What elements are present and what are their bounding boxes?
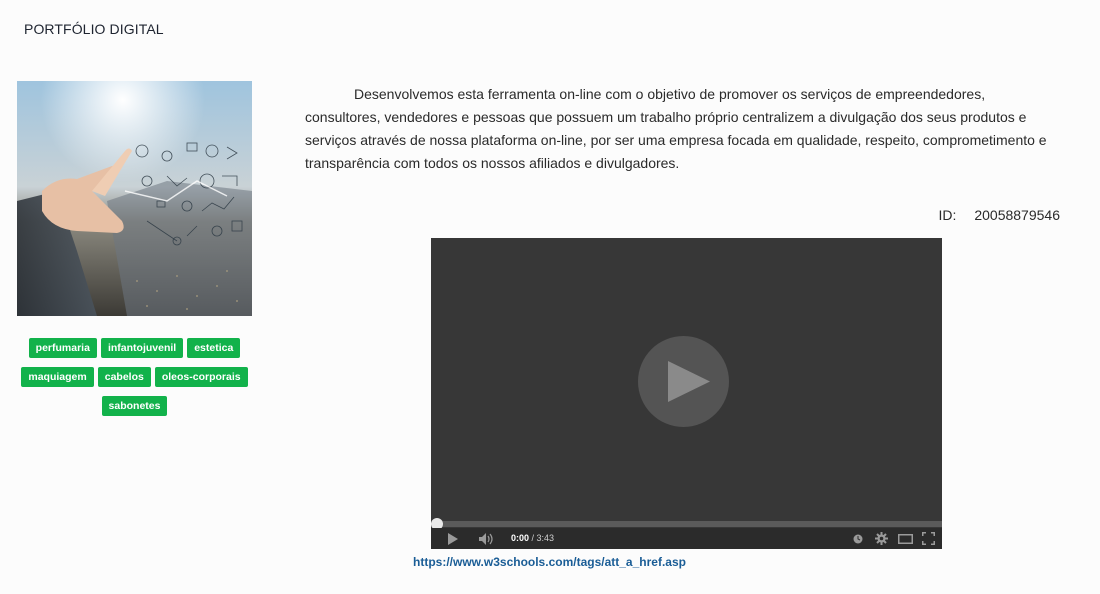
video-time: 0:00 / 3:43 xyxy=(511,528,554,549)
tag-oleos-corporais[interactable]: oleos-corporais xyxy=(154,367,248,387)
tag-cabelos[interactable]: cabelos xyxy=(97,367,151,387)
tag-perfumaria[interactable]: perfumaria xyxy=(28,338,97,358)
tag-estetica[interactable]: estetica xyxy=(187,338,241,358)
video-time-separator: / xyxy=(529,533,537,543)
video-duration: 3:43 xyxy=(536,533,555,543)
video-current-time: 0:00 xyxy=(511,533,530,543)
id-label: ID: xyxy=(938,207,957,223)
fullscreen-icon xyxy=(922,532,935,545)
tag-sabonetes[interactable]: sabonetes xyxy=(101,396,168,416)
volume-button[interactable] xyxy=(479,528,495,549)
external-link[interactable]: https://www.w3schools.com/tags/att_a_hre… xyxy=(413,555,686,569)
fullscreen-button[interactable] xyxy=(922,528,935,549)
play-icon xyxy=(668,361,710,402)
tag-maquiagem[interactable]: maquiagem xyxy=(21,367,94,387)
profile-image xyxy=(17,81,252,316)
page-title: PORTFÓLIO DIGITAL xyxy=(24,21,164,37)
video-player[interactable]: 0:00 / 3:43 xyxy=(431,238,942,549)
id-row: ID: 20058879546 xyxy=(938,207,1060,223)
play-button[interactable] xyxy=(447,528,459,549)
tag-infantojuvenil[interactable]: infantojuvenil xyxy=(100,338,184,358)
play-icon xyxy=(448,532,458,545)
settings-button[interactable] xyxy=(875,528,888,549)
volume-icon xyxy=(479,532,493,545)
clock-icon xyxy=(853,534,863,543)
tag-list: perfumaria infantojuvenil estetica maqui… xyxy=(17,338,252,416)
description-text: Desenvolvemos esta ferramenta on-line co… xyxy=(305,86,1047,171)
theater-icon xyxy=(898,533,913,544)
id-value: 20058879546 xyxy=(974,207,1060,223)
play-button-large[interactable] xyxy=(638,336,729,427)
video-controls: 0:00 / 3:43 xyxy=(431,528,942,549)
business-touch-screen-image xyxy=(17,81,252,316)
theater-mode-button[interactable] xyxy=(898,528,913,549)
watch-later-button[interactable] xyxy=(853,528,863,549)
video-progress-bar[interactable] xyxy=(437,521,942,527)
gear-icon xyxy=(875,532,888,545)
